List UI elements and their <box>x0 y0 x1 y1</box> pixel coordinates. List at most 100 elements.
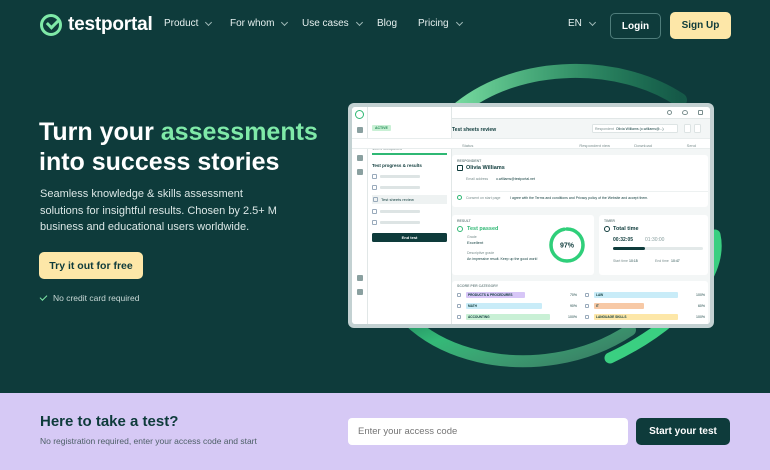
category-name: PRODUCTS & PROCEDURES <box>468 293 513 297</box>
prev-button[interactable] <box>684 124 691 133</box>
respondent-select-label: Respondent <box>595 126 614 131</box>
progress-results-label[interactable]: Test progress & results <box>372 163 447 168</box>
side-item[interactable] <box>372 173 447 179</box>
total-time-label: Total time <box>613 226 639 232</box>
nav-pricing[interactable]: Pricing <box>418 18 463 29</box>
list-icon <box>372 173 377 179</box>
nav-use-cases-label: Use cases <box>302 18 349 29</box>
login-button[interactable]: Login <box>610 13 661 39</box>
account-icon[interactable] <box>356 289 363 295</box>
no-credit-card-text: No credit card required <box>53 293 140 303</box>
app-mockup-screen: Skills and knowledge assessment ACTIVE T… <box>352 107 710 324</box>
test-review-main: Test sheets review Respondent Olivia Wil… <box>352 107 710 324</box>
site-header: testportal Product For whom Use cases Bl… <box>0 0 770 52</box>
nav-for-whom[interactable]: For whom <box>230 18 289 29</box>
category-name: LAW <box>596 293 604 297</box>
email-label: Email address <box>466 177 489 181</box>
signup-button[interactable]: Sign Up <box>670 12 731 39</box>
chevron-down-icon <box>455 18 463 26</box>
grade-label: Grade <box>467 235 477 239</box>
category-percent: 100% <box>568 315 577 319</box>
config-progress-bar <box>372 153 447 155</box>
list-icon <box>372 184 377 190</box>
score-percent: 97% <box>560 243 575 250</box>
result-card: RESULT Test passed Grade Excellent Descr… <box>452 215 594 275</box>
category-row: PRODUCTS & PROCEDURES 70% <box>457 292 577 299</box>
language-selector[interactable]: EN <box>568 18 596 29</box>
try-free-button[interactable]: Try it out for free <box>39 252 143 279</box>
review-title: Test sheets review <box>452 127 497 133</box>
side-item[interactable] <box>372 219 447 225</box>
access-code-input[interactable] <box>348 418 628 445</box>
settings-rail-icon[interactable] <box>356 169 363 175</box>
nav-use-cases[interactable]: Use cases <box>302 18 363 29</box>
respondent-select[interactable]: Respondent Olivia Williams (o.williams@.… <box>592 124 678 133</box>
timer-card: TIMER Total time 00:32:05 01:30:00 Start… <box>599 215 708 275</box>
logo[interactable]: testportal <box>40 14 153 36</box>
category-icon <box>585 293 589 297</box>
descriptive-grade-value: An impressive result. Keep up the good w… <box>467 257 538 261</box>
selected-item-label: Test sheets review <box>381 196 414 202</box>
hero-description: Seamless knowledge & skills assessment s… <box>40 188 277 233</box>
category-percent: 60% <box>697 304 705 308</box>
category-percent: 90% <box>569 304 577 308</box>
language-label: EN <box>568 18 582 29</box>
category-name: ACCOUNTING <box>468 315 490 319</box>
category-row: ACCOUNTING 100% <box>457 314 577 321</box>
category-bar <box>466 303 542 309</box>
category-icon <box>457 293 461 297</box>
start-time: 10:15 <box>629 259 638 263</box>
download-button[interactable]: Download <box>634 143 652 148</box>
category-percent: 100% <box>696 293 705 297</box>
nav-product[interactable]: Product <box>164 18 213 29</box>
status-filter[interactable]: Status <box>462 143 473 148</box>
start-test-button[interactable]: Start your test <box>636 418 730 445</box>
score-per-category-card: SCORE PER CATEGORY PRODUCTS & PROCEDURES… <box>452 281 708 324</box>
results-icon[interactable] <box>356 155 363 161</box>
category-bar <box>594 303 644 309</box>
time-progress-track <box>613 247 703 250</box>
app-mockup: Skills and knowledge assessment ACTIVE T… <box>348 103 714 328</box>
nav-product-label: Product <box>164 18 199 29</box>
respondent-select-value: Olivia Williams (o.williams@...) <box>615 126 664 131</box>
take-test-subtitle: No registration required, enter your acc… <box>40 436 257 446</box>
chevron-down-icon <box>205 18 213 26</box>
respondent-view-button[interactable]: Respondent view <box>579 143 610 148</box>
respondent-name: Olivia Williams <box>466 165 505 171</box>
divider <box>452 191 708 192</box>
list-icon <box>372 219 377 225</box>
category-row: LAW 100% <box>585 292 705 299</box>
help-rail-icon[interactable] <box>356 275 363 281</box>
side-item[interactable] <box>372 184 447 190</box>
next-button[interactable] <box>694 124 701 133</box>
respondent-header: RESPONDENT <box>457 159 482 163</box>
list-icon <box>372 208 377 214</box>
nav-blog[interactable]: Blog <box>377 18 397 29</box>
category-name: MATH <box>468 304 477 308</box>
clock-icon <box>604 226 610 232</box>
placeholder-line <box>380 209 420 213</box>
tests-icon[interactable] <box>356 127 363 133</box>
active-badge: ACTIVE <box>372 125 391 131</box>
nav-for-whom-label: For whom <box>230 18 275 29</box>
placeholder-line <box>380 220 420 224</box>
app-logo-icon <box>355 110 364 119</box>
side-item-selected[interactable]: Test sheets review <box>372 194 447 204</box>
category-percent: 100% <box>696 315 705 319</box>
chevron-down-icon <box>355 18 363 26</box>
category-icon <box>585 315 589 319</box>
time-progress-fill <box>613 247 646 250</box>
chevron-down-icon <box>281 18 289 26</box>
send-button[interactable]: Send <box>687 143 696 148</box>
time-limit: 01:30:00 <box>645 237 665 243</box>
end-test-button[interactable]: End test <box>372 232 447 242</box>
side-item[interactable] <box>372 208 447 214</box>
respondent-card: RESPONDENT Olivia Williams Email address… <box>452 155 708 207</box>
end-time-label: End time <box>655 259 669 263</box>
category-row: LANGUAGE SKILLS 100% <box>585 314 705 321</box>
placeholder-line <box>380 185 420 189</box>
no-credit-card-note: No credit card required <box>39 293 140 303</box>
hero-title-part2: into success stories <box>39 148 280 176</box>
review-toolbar: Status Respondent view Download Send <box>352 138 710 149</box>
consent-label: Consent on start page <box>466 196 501 200</box>
